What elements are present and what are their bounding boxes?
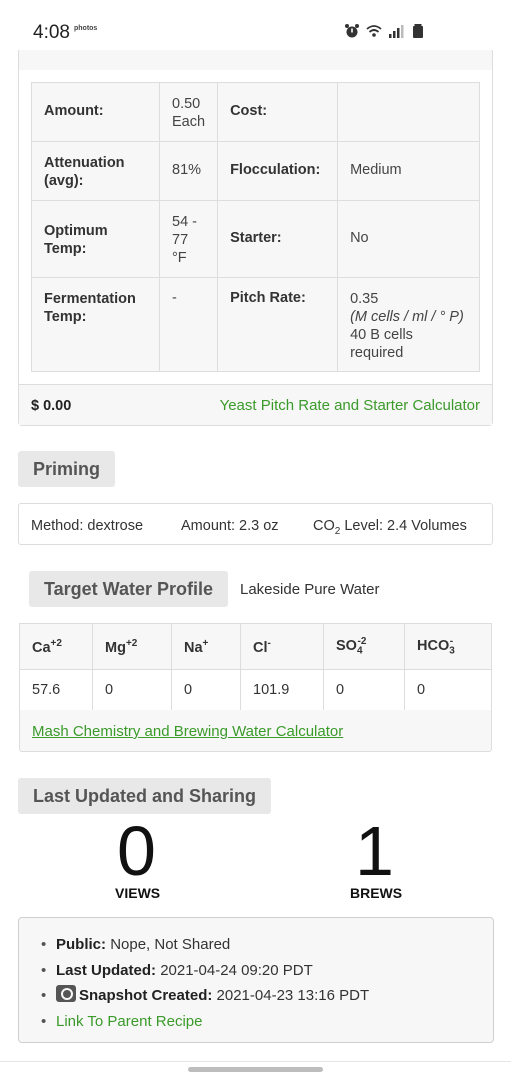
public-value: Nope, Not Shared xyxy=(110,936,231,953)
water-profile-name: Lakeside Pure Water xyxy=(240,581,380,598)
sharing-info-box: • Public: Nope, Not Shared • Last Updated:… xyxy=(18,917,494,1043)
yeast-card-header xyxy=(18,50,493,70)
status-time: 4:08 xyxy=(33,22,70,43)
ion-header-cl: Cl- xyxy=(240,623,324,670)
fermentation-temp-label: Fermentation Temp: xyxy=(31,277,160,372)
priming-heading: Priming xyxy=(18,451,116,487)
ion-value-so4: 0 xyxy=(323,669,405,711)
water-calculator-link[interactable]: Mash Chemistry and Brewing Water Calcula… xyxy=(32,723,343,740)
sharing-info-list: • Public: Nope, Not Shared • Last Updated:… xyxy=(41,932,369,1034)
ion-header-so4: SO4-2 xyxy=(323,623,405,670)
amount-value: 0.50 Each xyxy=(158,82,219,142)
water-profile-heading: Target Water Profile xyxy=(29,571,229,607)
starter-label: Starter: xyxy=(217,200,339,278)
updated-value: 2021-04-24 09:20 PDT xyxy=(160,961,313,979)
status-icons xyxy=(344,23,426,39)
ion-header-na: Na+ xyxy=(171,623,241,670)
table-row: Amount: 0.50 Each Cost: xyxy=(31,82,480,142)
water-table-footer: Mash Chemistry and Brewing Water Calcula… xyxy=(19,710,492,752)
priming-box: Method: dextrose Amount: 2.3 oz CO2 Leve… xyxy=(18,503,493,545)
home-indicator[interactable] xyxy=(188,1067,323,1072)
yeast-price: $ 0.00 xyxy=(31,398,72,414)
signal-icon xyxy=(389,25,404,38)
flocculation-label: Flocculation: xyxy=(217,141,339,201)
ion-value-hco3: 0 xyxy=(404,669,492,711)
parent-recipe-link[interactable]: Link To Parent Recipe xyxy=(56,1013,202,1030)
list-item: • Public: Nope, Not Shared xyxy=(41,936,231,953)
attenuation-value: 81% xyxy=(158,141,219,201)
table-row: Fermentation Temp: - Pitch Rate: 0.35 (M… xyxy=(31,277,480,372)
table-row: Attenuation (avg): 81% Flocculation: Med… xyxy=(31,141,480,201)
pitch-rate-units: (M cells / ml / ° P) xyxy=(350,309,464,325)
pitch-rate-label: Pitch Rate: xyxy=(217,277,339,372)
brews-count: 1 xyxy=(355,812,394,890)
sharing-heading: Last Updated and Sharing xyxy=(18,778,272,814)
brews-label: BREWS xyxy=(350,885,403,901)
table-row: 57.6 0 0 101.9 0 0 xyxy=(19,669,492,711)
public-label: Public: xyxy=(56,936,107,953)
pitch-rate-cell: 0.35 (M cells / ml / ° P) 40 B cells req… xyxy=(337,277,480,372)
ion-header-mg: Mg+2 xyxy=(92,623,172,670)
yeast-details-table: Amount: 0.50 Each Cost: Attenuation (avg… xyxy=(31,82,480,372)
priming-amount: Amount: 2.3 oz xyxy=(181,518,279,534)
table-header-row: Ca+2 Mg+2 Na+ Cl- SO4-2 HCO3- xyxy=(19,623,492,670)
views-count: 0 xyxy=(117,812,156,890)
optimum-temp-value: 54 - 77 °F xyxy=(158,200,219,278)
co2-suffix: Level: 2.4 Volumes xyxy=(340,518,467,534)
list-item: • Last Updated: 2021-04-24 09:20 PDT xyxy=(41,961,313,979)
yeast-card-footer: $ 0.00 Yeast Pitch Rate and Starter Calc… xyxy=(19,384,492,425)
list-item: • Link To Parent Recipe xyxy=(41,1012,203,1030)
cost-value xyxy=(337,82,480,142)
priming-co2-level: CO2 Level: 2.4 Volumes xyxy=(313,518,467,537)
table-row: Optimum Temp: 54 - 77 °F Starter: No xyxy=(31,200,480,278)
nav-divider xyxy=(0,1061,511,1062)
starter-value: No xyxy=(337,200,480,278)
views-label: VIEWS xyxy=(115,885,161,901)
updated-label: Last Updated: xyxy=(56,961,157,979)
ion-value-ca: 57.6 xyxy=(19,669,93,711)
list-item: • Snapshot Created: 2021-04-23 13:16 PDT xyxy=(41,985,370,1004)
camera-icon xyxy=(56,985,76,1002)
ion-value-mg: 0 xyxy=(92,669,172,711)
water-ion-table: Ca+2 Mg+2 Na+ Cl- SO4-2 HCO3- 57.6 0 0 1… xyxy=(19,623,492,711)
flocculation-value: Medium xyxy=(337,141,480,201)
ion-header-hco3: HCO3- xyxy=(404,623,492,670)
snapshot-label: Snapshot Created: xyxy=(79,987,213,1004)
battery-icon xyxy=(413,24,423,38)
photos-badge: photos xyxy=(74,25,98,32)
wifi-icon xyxy=(366,25,382,37)
yeast-calculator-link[interactable]: Yeast Pitch Rate and Starter Calculator xyxy=(220,397,480,414)
alarm-icon xyxy=(345,24,359,38)
pitch-rate-value: 0.35 xyxy=(350,291,379,307)
ion-value-cl: 101.9 xyxy=(240,669,324,711)
ion-header-ca: Ca+2 xyxy=(19,623,93,670)
snapshot-value: 2021-04-23 13:16 PDT xyxy=(216,987,370,1004)
priming-method: Method: dextrose xyxy=(31,518,144,534)
attenuation-label: Attenuation (avg): xyxy=(31,141,160,201)
cost-label: Cost: xyxy=(217,82,339,142)
fermentation-temp-value: - xyxy=(158,277,219,372)
ion-value-na: 0 xyxy=(171,669,241,711)
optimum-temp-label: Optimum Temp: xyxy=(31,200,160,278)
amount-label: Amount: xyxy=(31,82,160,142)
co2-prefix: CO xyxy=(313,518,335,534)
pitch-rate-required: 40 B cells required xyxy=(350,327,413,361)
